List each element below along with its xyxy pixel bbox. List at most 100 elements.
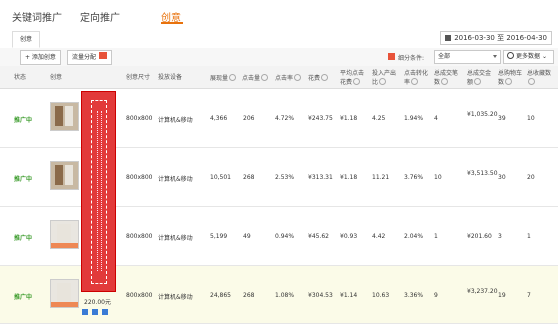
filter-icon [388,53,395,60]
status-badge: 推广中 [14,235,33,242]
tab-keyword-promo[interactable]: 关键词推广 [12,9,62,24]
cell-clicks: 268 [243,292,255,299]
filter-select-value: 全部 [438,53,451,60]
cell-gmv: ¥3,513.50 [467,170,498,177]
help-icon [321,74,329,81]
help-icon [379,78,387,85]
cell-roi: 4.25 [372,115,386,122]
date-range-picker[interactable]: 2016-03-30 至 2016-04-30 [440,31,552,45]
cell-impressions: 24,865 [210,292,231,299]
cell-impressions: 10,501 [210,174,231,181]
cell-favs: 20 [527,174,535,181]
cell-size: 800x800 [126,233,153,240]
col-size[interactable]: 创意尺寸 [126,74,150,82]
cell-clicks: 49 [243,233,251,240]
creative-price: 220.00元 [84,299,111,306]
subtab-creative[interactable]: 创意 [12,31,40,48]
col-gmv[interactable]: 总成交金额 [467,70,495,87]
help-icon [528,78,535,85]
cell-favs: 1 [527,233,531,240]
help-icon [474,78,482,85]
col-status: 状态 [14,74,27,81]
cell-gmv: ¥3,237.20 [467,288,498,295]
cell-cpc: ¥1.18 [340,174,358,181]
col-ctr-label: 点击率 [275,75,294,82]
cell-cpc: ¥1.18 [340,115,358,122]
col-favs[interactable]: 总收藏数 [527,70,555,87]
delete-icon[interactable] [92,309,98,315]
more-data-label: 更多数据 [516,53,541,60]
active-tab-underline [161,22,183,24]
more-data-button[interactable]: 更多数据 ⌄ [503,50,554,64]
col-roi[interactable]: 投入产出比 [372,70,400,87]
col-clicks[interactable]: 点击量 [242,74,269,83]
cell-roi: 10.63 [372,292,390,299]
cell-cvr: 1.94% [404,115,424,122]
cell-carts: 39 [498,115,506,122]
help-icon [294,74,302,81]
col-impressions-label: 展现量 [210,75,229,82]
cell-cpc: ¥1.14 [340,292,358,299]
chevron-down-icon: ⌄ [541,53,547,60]
copy-icon[interactable] [102,309,108,315]
status-badge: 推广中 [14,117,33,124]
edit-icon[interactable] [82,309,88,315]
cell-size: 800x800 [126,115,153,122]
flow-allocation-button[interactable]: 流量分配 [67,50,113,65]
cell-cpc: ¥0.93 [340,233,358,240]
filter-select[interactable]: 全部 [434,50,501,64]
creative-thumbnail[interactable] [50,102,79,131]
cell-carts: 30 [498,174,506,181]
cell-ctr: 1.08% [275,292,295,299]
calendar-icon [445,35,452,41]
creative-thumbnail[interactable] [50,161,79,190]
col-cost[interactable]: 花费 [308,74,329,83]
add-creative-button[interactable]: + 添加创意 [20,50,61,65]
col-cpc[interactable]: 平均点击花费 [340,70,368,87]
cell-cost: ¥304.53 [308,292,333,299]
cell-roi: 11.21 [372,174,390,181]
creative-thumbnail[interactable] [50,220,79,249]
cell-favs: 7 [527,292,531,299]
cell-cvr: 3.36% [404,292,424,299]
cell-size: 800x800 [126,292,153,299]
cell-device: 计算机&移动 [158,176,193,183]
col-cvr[interactable]: 点击转化率 [404,70,432,87]
col-cpc-label: 平均点击花费 [340,70,365,86]
creative-preview-overlay [81,91,116,292]
filter-label: 细分条件: [398,55,425,62]
help-icon [353,78,361,85]
cell-device: 计算机&移动 [158,117,193,124]
cell-cost: ¥313.31 [308,174,333,181]
col-impressions[interactable]: 展现量 [210,74,237,83]
col-ctr[interactable]: 点击率 [275,74,302,83]
cell-carts: 19 [498,292,506,299]
col-carts[interactable]: 总购物车数 [498,70,524,87]
cell-ctr: 0.94% [275,233,295,240]
chevron-down-icon [493,55,497,58]
cell-device: 计算机&移动 [158,235,193,242]
cell-orders: 9 [434,292,438,299]
status-badge: 推广中 [14,176,33,183]
cell-cost: ¥243.75 [308,115,333,122]
cell-orders: 1 [434,233,438,240]
tab-targeted-promo[interactable]: 定向推广 [80,9,120,24]
cell-orders: 10 [434,174,442,181]
cell-ctr: 2.53% [275,174,295,181]
help-icon [441,78,449,85]
col-orders[interactable]: 总成交笔数 [434,70,462,87]
cell-gmv: ¥1,035.20 [467,111,498,118]
top-nav: 关键词推广 定向推广 创意 [0,0,558,26]
creative-thumbnail[interactable] [50,279,79,308]
cell-carts: 3 [498,233,502,240]
cell-cost: ¥45.62 [308,233,329,240]
cell-size: 800x800 [126,174,153,181]
cell-impressions: 5,199 [210,233,228,240]
cell-cvr: 2.04% [404,233,424,240]
col-clicks-label: 点击量 [242,75,261,82]
cell-impressions: 4,366 [210,115,228,122]
cell-orders: 4 [434,115,438,122]
cell-cvr: 3.76% [404,174,424,181]
cell-clicks: 206 [243,115,255,122]
col-device[interactable]: 投放设备 [158,74,182,82]
